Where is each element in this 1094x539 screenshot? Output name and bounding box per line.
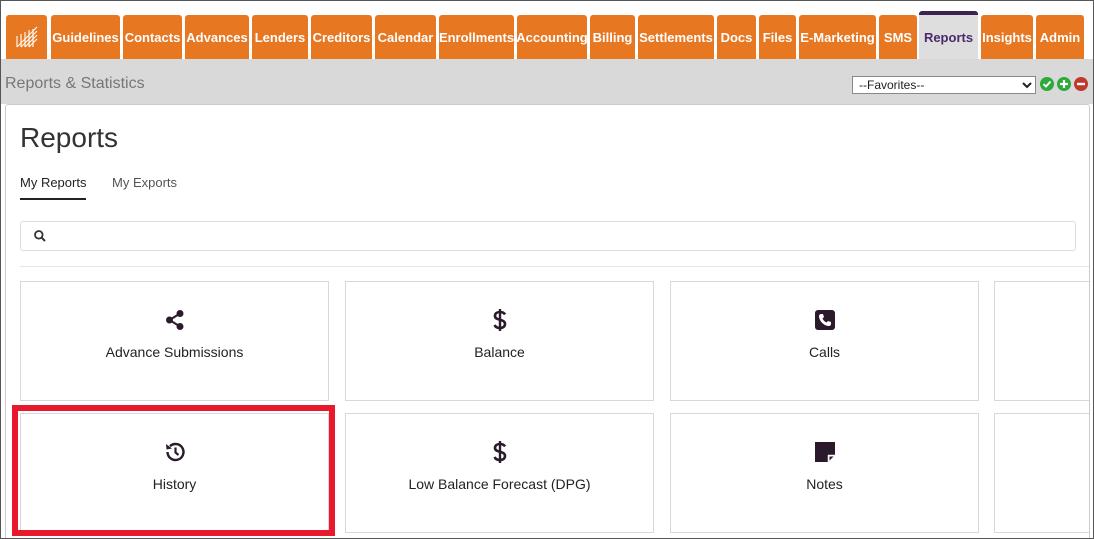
- confirm-favorite-button[interactable]: [1040, 77, 1054, 91]
- tile-label: Advance Submissions: [105, 344, 244, 360]
- report-tile-partial[interactable]: [994, 413, 1089, 533]
- nav-tab-reports[interactable]: Reports: [919, 11, 978, 59]
- nav-tab-docs[interactable]: Docs: [717, 15, 756, 59]
- remove-favorite-button[interactable]: [1074, 77, 1088, 91]
- reports-card: Reports My Reports My Exports Advance Su…: [5, 104, 1090, 538]
- tile-label: Notes: [806, 476, 843, 492]
- top-nav: Guidelines Contacts Advances Lenders Cre…: [1, 1, 1093, 65]
- plus-icon: [1060, 80, 1068, 88]
- report-tile-advance-submissions[interactable]: Advance Submissions: [20, 281, 329, 401]
- dollar-icon: [488, 440, 512, 464]
- tile-label: Low Balance Forecast (DPG): [408, 476, 591, 492]
- search-input[interactable]: [20, 221, 1076, 251]
- nav-tab-enrollments[interactable]: Enrollments: [439, 15, 514, 59]
- nav-tab-lenders[interactable]: Lenders: [252, 15, 308, 59]
- tab-my-reports[interactable]: My Reports: [20, 175, 87, 200]
- nav-tab-admin[interactable]: Admin: [1036, 15, 1084, 59]
- nav-tab-guidelines[interactable]: Guidelines: [51, 15, 120, 59]
- section-title: Reports & Statistics: [5, 75, 145, 92]
- nav-tab-billing[interactable]: Billing: [590, 15, 635, 59]
- phone-square-icon: [813, 308, 837, 332]
- app-window: Guidelines Contacts Advances Lenders Cre…: [0, 0, 1094, 539]
- report-tile-calls[interactable]: Calls: [670, 281, 979, 401]
- nav-tab-files[interactable]: Files: [759, 15, 796, 59]
- share-icon: [163, 308, 187, 332]
- nav-tab-settlements[interactable]: Settlements: [638, 15, 714, 59]
- nav-tab-sms[interactable]: SMS: [879, 15, 917, 59]
- logo-icon: [15, 26, 37, 48]
- page-title: Reports: [20, 122, 119, 153]
- search-icon: [34, 230, 46, 242]
- nav-tab-calendar[interactable]: Calendar: [375, 15, 436, 59]
- history-icon: [163, 440, 187, 464]
- report-tile-low-balance-forecast[interactable]: Low Balance Forecast (DPG): [345, 413, 654, 533]
- tile-label: Balance: [474, 344, 525, 360]
- nav-tab-contacts[interactable]: Contacts: [123, 15, 182, 59]
- sticky-note-icon: [813, 440, 837, 464]
- dollar-icon: [488, 308, 512, 332]
- report-tile-history[interactable]: History: [20, 413, 329, 533]
- divider: [20, 266, 1089, 267]
- nav-tab-accounting[interactable]: Accounting: [516, 15, 588, 59]
- nav-tab-creditors[interactable]: Creditors: [311, 15, 372, 59]
- tile-label: Calls: [808, 344, 841, 360]
- report-tile-balance[interactable]: Balance: [345, 281, 654, 401]
- add-favorite-button[interactable]: [1057, 77, 1071, 91]
- minus-icon: [1077, 82, 1085, 86]
- favorites-select[interactable]: --Favorites--: [852, 76, 1036, 94]
- report-tile-partial[interactable]: [994, 281, 1089, 401]
- tile-label: History: [152, 476, 197, 492]
- nav-tab-insights[interactable]: Insights: [981, 15, 1033, 59]
- nav-tab-advances[interactable]: Advances: [185, 15, 249, 59]
- check-icon: [1042, 80, 1052, 88]
- report-tile-notes[interactable]: Notes: [670, 413, 979, 533]
- nav-tab-e-marketing[interactable]: E-Marketing: [799, 15, 876, 59]
- home-logo-tab[interactable]: [6, 15, 47, 59]
- sub-header: Reports & Statistics --Favorites--: [1, 59, 1093, 104]
- tab-my-exports[interactable]: My Exports: [112, 175, 177, 198]
